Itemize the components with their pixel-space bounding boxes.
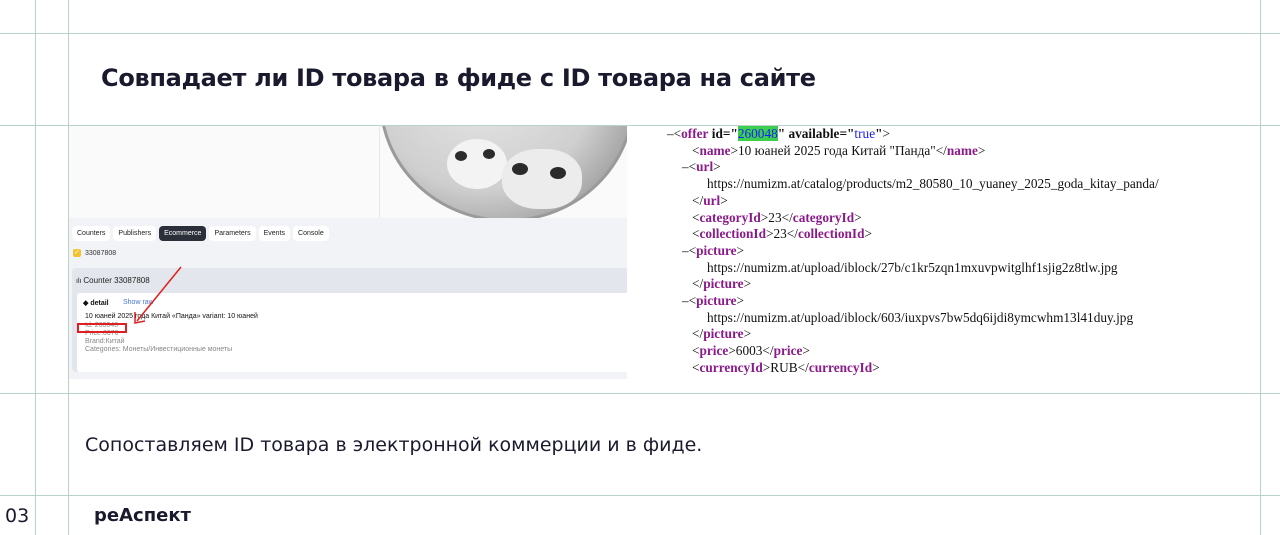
- xml-line-picture1-open: –<picture>: [682, 242, 745, 258]
- xml-line-picture1-close: </picture>: [692, 276, 752, 292]
- xml-line-url-text: https://numizm.at/catalog/products/m2_80…: [707, 176, 1159, 192]
- xml-line-picture1-text: https://numizm.at/upload/iblock/27b/c1kr…: [707, 259, 1118, 275]
- grid-line: [35, 0, 36, 535]
- xml-line-category: <categoryId>23</categoryId>: [692, 209, 862, 225]
- xml-line-url-close: </url>: [692, 192, 728, 208]
- ecommerce-screenshot: Counters Publishers Ecommerce Parameters…: [69, 126, 627, 379]
- grid-line: [1260, 0, 1261, 535]
- xml-feed-snippet: –<offer id="260048" available="true"> <n…: [667, 126, 1257, 386]
- xml-line-picture2-close: </picture>: [692, 326, 752, 342]
- red-arrow-icon: [134, 266, 182, 324]
- xml-line-offer-open: –<offer id="260048" available="true">: [667, 126, 890, 141]
- page-number: 03: [5, 505, 30, 527]
- slide-title: Совпадает ли ID товара в фиде с ID товар…: [101, 64, 816, 92]
- grid-line: [0, 393, 1280, 394]
- xml-line-url-open: –<url>: [682, 159, 721, 175]
- grid-line: [0, 33, 1280, 34]
- xml-line-name: <name>10 юаней 2025 года Китай "Панда"</…: [692, 142, 986, 158]
- xml-line-picture2-open: –<picture>: [682, 293, 745, 309]
- xml-line-picture2-text: https://numizm.at/upload/iblock/603/iuxp…: [707, 309, 1134, 325]
- xml-line-price: <price>6003</price>: [692, 343, 810, 359]
- xml-line-currency: <currencyId>RUB</currencyId>: [692, 359, 880, 375]
- grid-line: [0, 495, 1280, 496]
- slide-caption: Сопоставляем ID товара в электронной ком…: [85, 434, 703, 456]
- id-highlight: 260048: [737, 126, 778, 141]
- brand-logo: реАспект: [94, 505, 191, 526]
- xml-line-collection: <collectionId>23</collectionId>: [692, 226, 872, 242]
